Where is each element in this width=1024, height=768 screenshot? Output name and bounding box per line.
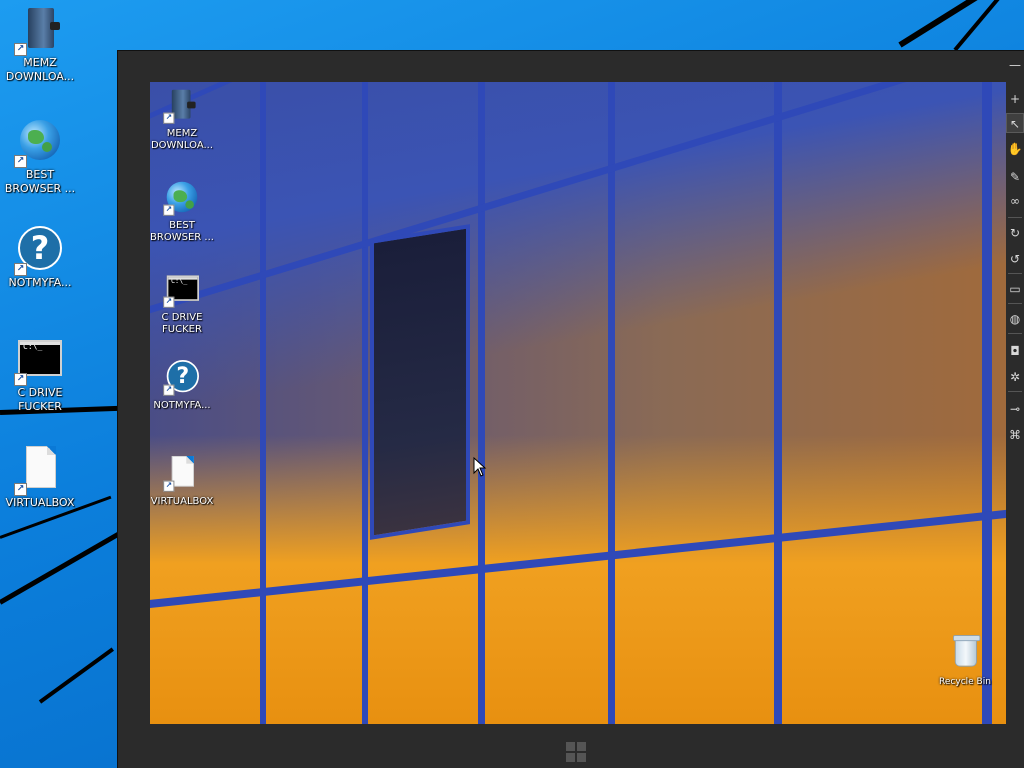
guest-icon-best-browser[interactable]: ↗ BEST BROWSER ... [150, 180, 217, 244]
shortcut-arrow-icon: ↗ [163, 384, 175, 396]
facade-mullion [608, 82, 615, 724]
mouse-pointer-icon [473, 457, 487, 477]
facade-mullion [774, 82, 782, 724]
shortcut-arrow-icon: ↗ [14, 483, 27, 496]
hand-tool-icon[interactable]: ✋ [1006, 139, 1024, 159]
toolbar-separator [1008, 273, 1022, 274]
windows-start-icon[interactable] [566, 742, 588, 764]
console-icon: C:\_ ↗ [14, 336, 64, 386]
shortcut-arrow-icon: ↗ [14, 43, 27, 56]
refresh-icon[interactable]: ↻ [1006, 223, 1024, 243]
guest-icon-label: VIRTUALBOX [150, 496, 214, 507]
guest-recycle-bin[interactable]: Recycle Bin [930, 635, 1000, 688]
link-tool-icon[interactable]: ∞ [1006, 191, 1024, 211]
desktop-icon-notmyfault[interactable]: ? ↗ NOTMYFA... [0, 226, 80, 290]
shortcut-arrow-icon: ↗ [14, 373, 27, 386]
facade-mullion [260, 82, 266, 724]
guest-icon-memz[interactable]: ↗ MEMZ DOWNLOA... [150, 88, 217, 152]
restore-icon[interactable]: ↺ [1006, 249, 1024, 269]
desktop-icon-label: NOTMYFA... [8, 276, 72, 289]
toolbar-separator [1008, 391, 1022, 392]
shortcut-arrow-icon: ↗ [14, 263, 27, 276]
shortcut-arrow-icon: ↗ [163, 112, 175, 124]
vm-guest-screen[interactable]: ↗ MEMZ DOWNLOA... ↗ BEST BROWSER ... C:\… [150, 82, 1006, 724]
facade-open-window [370, 224, 470, 540]
guest-icon-virtualbox[interactable]: ↗ VIRTUALBOX [150, 456, 217, 508]
minimize-icon[interactable]: — [1006, 55, 1024, 75]
recycle-bin-icon [948, 635, 982, 670]
guest-icon-c-drive[interactable]: C:\_ ↗ C DRIVE FUCKER [150, 272, 217, 336]
usb-icon[interactable]: ⊸ [1006, 399, 1024, 419]
globe-icon: ↗ [14, 118, 64, 168]
facade-mullion [362, 82, 368, 724]
console-icon: C:\_ ↗ [163, 272, 199, 308]
wallpaper-streak [0, 530, 123, 605]
toolbar-separator [1008, 333, 1022, 334]
brush-tool-icon[interactable]: ✎ [1006, 167, 1024, 187]
pin-icon[interactable]: + [1006, 89, 1024, 109]
toolbar-separator [1008, 217, 1022, 218]
book-icon: ↗ [14, 6, 64, 56]
monitor-icon[interactable]: ▭ [1006, 279, 1024, 299]
guest-icon-label: NOTMYFA... [153, 400, 211, 411]
desktop-icon-best-browser[interactable]: ↗ BEST BROWSER ... [0, 118, 80, 196]
desktop-icon-c-drive[interactable]: C:\_ ↗ C DRIVE FUCKER [0, 336, 80, 414]
desktop-icon-label: C DRIVE FUCKER [17, 386, 63, 413]
desktop-icon-memz[interactable]: ↗ MEMZ DOWNLOA... [0, 6, 80, 84]
vm-side-toolbar: — + ↖ ✋ ✎ ∞ ↻ ↺ ▭ ◍ ◘ ✲ ⊸ ⌘ [1006, 58, 1024, 507]
wallpaper-streak [38, 647, 114, 704]
settings-gear-icon[interactable]: ✲ [1006, 367, 1024, 387]
pointer-tool-icon[interactable]: ↖ [1006, 113, 1024, 133]
globe-icon[interactable]: ◍ [1006, 309, 1024, 329]
network-icon[interactable]: ⌘ [1006, 425, 1024, 445]
desktop-icon-virtualbox[interactable]: ↗ VIRTUALBOX [0, 446, 80, 510]
toolbar-separator [1008, 303, 1022, 304]
book-icon: ↗ [163, 88, 199, 124]
shortcut-arrow-icon: ↗ [163, 296, 175, 308]
globe-icon: ↗ [163, 180, 199, 216]
question-icon: ? ↗ [163, 360, 199, 396]
document-icon: ↗ [14, 446, 64, 496]
guest-icon-label: C DRIVE FUCKER [161, 312, 203, 335]
desktop-icon-label: MEMZ DOWNLOA... [5, 56, 75, 83]
guest-icon-label: Recycle Bin [939, 677, 991, 687]
shortcut-arrow-icon: ↗ [163, 204, 175, 216]
desktop-icon-label: VIRTUALBOX [5, 496, 75, 509]
shortcut-arrow-icon: ↗ [14, 155, 27, 168]
question-icon: ? ↗ [14, 226, 64, 276]
camera-icon[interactable]: ◘ [1006, 341, 1024, 361]
facade-mullion [478, 82, 485, 724]
guest-icon-label: BEST BROWSER ... [150, 220, 214, 243]
guest-icon-label: MEMZ DOWNLOA... [150, 128, 214, 151]
document-icon: ↗ [163, 456, 199, 492]
guest-icon-notmyfault[interactable]: ? ↗ NOTMYFA... [150, 360, 217, 412]
facade-mullion [982, 82, 992, 724]
shortcut-arrow-icon: ↗ [163, 480, 175, 492]
desktop-icon-label: BEST BROWSER ... [4, 168, 76, 195]
